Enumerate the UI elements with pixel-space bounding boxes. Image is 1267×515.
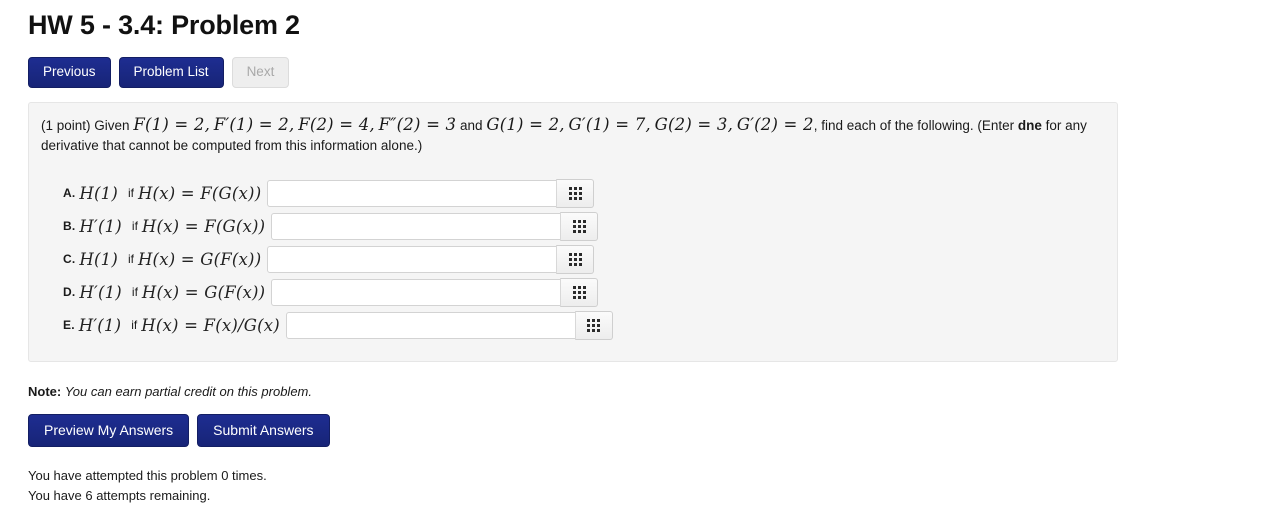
navigation-bar: Previous Problem List Next [28, 57, 1267, 88]
preview-my-answers-button[interactable]: Preview My Answers [28, 413, 190, 447]
answer-expression-left: H′(1) [79, 282, 122, 302]
action-buttons: Preview My Answers Submit Answers [28, 413, 1267, 447]
answer-input[interactable] [271, 212, 562, 240]
given-math-gp1: G′(1) = 7, [568, 114, 651, 134]
submit-answers-button[interactable]: Submit Answers [197, 413, 330, 447]
keypad-grid-icon [572, 219, 586, 233]
answer-expression-right: H(x) = F(x)/G(x) [141, 315, 280, 335]
answer-input[interactable] [285, 311, 576, 339]
keypad-grid-icon-button[interactable] [556, 244, 595, 274]
answer-if-word: if [131, 318, 138, 332]
attempts-used: You have attempted this problem 0 times. [28, 467, 267, 483]
answer-expression-left: H(1) [79, 183, 118, 203]
given-math-g1: G(1) = 2, [486, 114, 565, 134]
note: Note: You can earn partial credit on thi… [28, 384, 1267, 399]
answer-expression-left: H′(1) [79, 216, 122, 236]
next-button: Next [231, 57, 290, 88]
problem-panel: (1 point) Given F(1) = 2, F′(1) = 2, F(2… [28, 101, 1118, 362]
problem-list-button[interactable]: Problem List [118, 57, 224, 88]
keypad-grid-icon [572, 285, 586, 299]
answer-if-word: if [131, 285, 138, 299]
answer-expression-right: H(x) = F(G(x)) [141, 216, 266, 236]
given-math-g2: G(2) = 3, [654, 114, 734, 134]
problem-statement: (1 point) Given F(1) = 2, F′(1) = 2, F(2… [41, 115, 1103, 156]
answer-input[interactable] [271, 278, 562, 306]
problem-page: HW 5 - 3.4: Problem 2 Previous Problem L… [0, 0, 1267, 506]
keypad-grid-icon-button[interactable] [560, 277, 599, 307]
keypad-grid-icon-button[interactable] [574, 310, 613, 340]
answer-row-label: C. [63, 252, 76, 266]
answer-expression-right: H(x) = F(G(x)) [137, 183, 262, 203]
answer-expression-left: H(1) [79, 249, 118, 269]
answer-if-word: if [127, 186, 134, 200]
keypad-grid-icon [568, 252, 582, 266]
answer-row-label: B. [63, 219, 76, 233]
note-label: Note: [28, 383, 62, 399]
answer-expression-left: H′(1) [78, 315, 122, 335]
keypad-grid-icon [568, 186, 582, 200]
answer-row: E. H′(1) if H(x) = F(x)/G(x) [41, 310, 1103, 341]
and-word: and [460, 117, 483, 133]
answer-row-label: A. [63, 186, 76, 200]
answer-expression-right: H(x) = G(F(x)) [141, 282, 266, 302]
note-text: You can earn partial credit on this prob… [64, 383, 312, 399]
answer-row: B. H′(1) if H(x) = F(G(x)) [41, 211, 1103, 242]
instruction-text-before: , find each of the following. (Enter [813, 117, 1018, 133]
given-math-f2: F(2) = 4, [298, 114, 375, 134]
answer-expression-right: H(x) = G(F(x)) [137, 249, 262, 269]
keypad-grid-icon [587, 318, 601, 332]
given-math-gp2: G′(2) = 2 [736, 114, 814, 134]
given-math-f1: F(1) = 2, [133, 114, 211, 134]
given-math-fp1: F′(1) = 2, [213, 114, 295, 134]
page-title: HW 5 - 3.4: Problem 2 [28, 10, 300, 40]
answer-if-word: if [131, 219, 138, 233]
problem-points: (1 point) [41, 117, 91, 133]
dne-keyword: dne [1017, 117, 1042, 133]
attempts-remaining: You have 6 attempts remaining. [28, 487, 211, 503]
answer-input[interactable] [267, 179, 558, 207]
answer-row: D. H′(1) if H(x) = G(F(x)) [41, 277, 1103, 308]
answer-row: A. H(1) if H(x) = F(G(x)) [41, 178, 1103, 209]
keypad-grid-icon-button[interactable] [560, 211, 599, 241]
attempts-info: You have attempted this problem 0 times.… [28, 466, 1267, 506]
answers-list: A. H(1) if H(x) = F(G(x)) B. H′(1) if H(… [41, 178, 1103, 341]
given-math-fpp2: F″(2) = 3 [378, 114, 457, 134]
answer-if-word: if [127, 252, 134, 266]
keypad-grid-icon-button[interactable] [556, 178, 595, 208]
answer-row-label: E. [63, 318, 75, 332]
answer-row-label: D. [63, 285, 76, 299]
previous-button[interactable]: Previous [28, 57, 111, 88]
answer-input[interactable] [267, 245, 558, 273]
given-word: Given [94, 117, 130, 133]
answer-row: C. H(1) if H(x) = G(F(x)) [41, 244, 1103, 275]
